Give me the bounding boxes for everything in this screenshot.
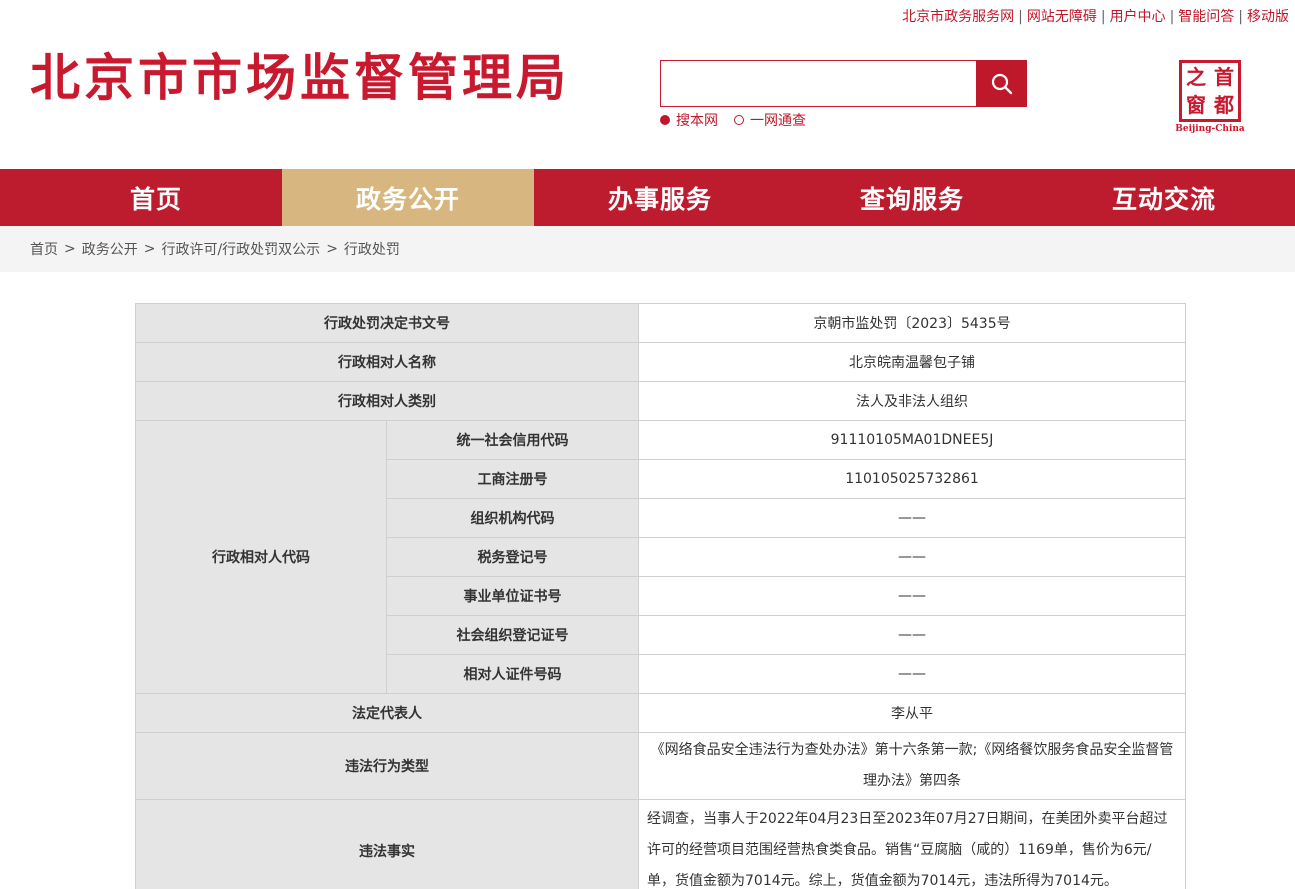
breadcrumb-separator: > <box>64 241 76 257</box>
nav-interaction[interactable]: 互动交流 <box>1038 169 1290 226</box>
link-gov-service[interactable]: 北京市政务服务网 <box>902 9 1014 25</box>
breadcrumb-penalty[interactable]: 行政处罚 <box>344 239 400 259</box>
violation-fact-value: 经调查，当事人于2022年04月23日至2023年07月27日期间，在美团外卖平… <box>638 799 1186 889</box>
breadcrumb-separator: > <box>326 241 338 257</box>
search-scope-site[interactable]: 搜本网 <box>660 110 718 130</box>
separator: | <box>1018 9 1023 25</box>
table-row: 行政相对人类别 法人及非法人组织 <box>135 381 1186 421</box>
link-mobile[interactable]: 移动版 <box>1247 9 1289 25</box>
code-value: —— <box>638 498 1186 538</box>
search-scope-all-label: 一网通查 <box>750 113 806 129</box>
table-row: 行政处罚决定书文号 京朝市监处罚〔2023〕5435号 <box>135 303 1186 343</box>
main-nav: 首页 政务公开 办事服务 查询服务 互动交流 <box>0 169 1295 226</box>
code-label: 工商注册号 <box>386 459 639 499</box>
separator: | <box>1238 9 1243 25</box>
table-row: 违法行为类型 《网络食品安全违法行为查处办法》第十六条第一款;《网络餐饮服务食品… <box>135 732 1186 800</box>
nav-query[interactable]: 查询服务 <box>786 169 1038 226</box>
code-value: —— <box>638 576 1186 616</box>
code-label: 税务登记号 <box>386 537 639 577</box>
code-label: 组织机构代码 <box>386 498 639 538</box>
search-input[interactable] <box>660 60 976 107</box>
code-label: 统一社会信用代码 <box>386 420 639 460</box>
code-value: 91110105MA01DNEE5J <box>638 420 1186 460</box>
search-box <box>660 60 1027 107</box>
table-row: 行政相对人代码 统一社会信用代码 91110105MA01DNEE5J <box>135 420 1186 694</box>
search-scope-site-label: 搜本网 <box>676 113 718 129</box>
violation-type-label: 违法行为类型 <box>135 732 639 800</box>
code-value: —— <box>638 537 1186 577</box>
search-icon <box>991 73 1012 94</box>
violation-fact-label: 违法事实 <box>135 799 639 889</box>
code-value: —— <box>638 654 1186 694</box>
top-links: 北京市政务服务网 | 网站无障碍 | 用户中心 | 智能问答 | 移动版 <box>902 6 1289 26</box>
doc-no-label: 行政处罚决定书文号 <box>135 303 639 343</box>
code-value: —— <box>638 615 1186 655</box>
table-row: 违法事实 经调查，当事人于2022年04月23日至2023年07月27日期间，在… <box>135 799 1186 889</box>
code-label: 相对人证件号码 <box>386 654 639 694</box>
radio-icon-unchecked[interactable] <box>734 115 744 125</box>
violation-type-value: 《网络食品安全违法行为查处办法》第十六条第一款;《网络餐饮服务食品安全监督管理办… <box>638 732 1186 800</box>
link-user-center[interactable]: 用户中心 <box>1110 9 1166 25</box>
separator: | <box>1169 9 1175 25</box>
legal-rep-value: 李从平 <box>638 693 1186 733</box>
search-scope-options: 搜本网 一网通查 <box>660 110 806 130</box>
breadcrumb-gov-affairs[interactable]: 政务公开 <box>82 239 138 259</box>
logo-char: 之 <box>1186 65 1206 89</box>
doc-no-value: 京朝市监处罚〔2023〕5435号 <box>638 303 1186 343</box>
search-button[interactable] <box>976 60 1027 107</box>
party-name-label: 行政相对人名称 <box>135 342 639 382</box>
penalty-info-table: 行政处罚决定书文号 京朝市监处罚〔2023〕5435号 行政相对人名称 北京皖南… <box>135 303 1186 889</box>
breadcrumb-separator: > <box>143 241 156 257</box>
logo-seal: 之 首 窗 都 <box>1179 60 1241 122</box>
nav-home[interactable]: 首页 <box>30 169 282 226</box>
logo-caption: Beijing-China <box>1175 124 1245 134</box>
table-row: 行政相对人名称 北京皖南温馨包子铺 <box>135 342 1186 382</box>
code-label: 事业单位证书号 <box>386 576 639 616</box>
breadcrumb: 首页 > 政务公开 > 行政许可/行政处罚双公示 > 行政处罚 <box>0 226 1295 272</box>
party-type-label: 行政相对人类别 <box>135 381 639 421</box>
link-smart-qa[interactable]: 智能问答 <box>1178 9 1234 25</box>
link-accessibility[interactable]: 网站无障碍 <box>1027 9 1097 25</box>
code-value: 110105025732861 <box>638 459 1186 499</box>
logo-char: 都 <box>1214 93 1234 117</box>
legal-rep-label: 法定代表人 <box>135 693 639 733</box>
breadcrumb-double-publicity[interactable]: 行政许可/行政处罚双公示 <box>161 239 320 259</box>
capital-window-logo[interactable]: 之 首 窗 都 Beijing-China <box>1175 60 1245 136</box>
nav-services[interactable]: 办事服务 <box>534 169 786 226</box>
code-group-label: 行政相对人代码 <box>135 420 387 694</box>
party-name-value: 北京皖南温馨包子铺 <box>638 342 1186 382</box>
logo-char: 窗 <box>1186 93 1206 117</box>
party-type-value: 法人及非法人组织 <box>638 381 1186 421</box>
radio-icon-checked[interactable] <box>660 115 670 125</box>
site-title: 北京市市场监督管理局 <box>30 49 570 107</box>
nav-gov-affairs[interactable]: 政务公开 <box>282 169 534 226</box>
table-row: 法定代表人 李从平 <box>135 693 1186 733</box>
separator: | <box>1100 9 1106 25</box>
search-scope-all[interactable]: 一网通查 <box>734 110 806 130</box>
logo-char: 首 <box>1214 65 1234 89</box>
code-label: 社会组织登记证号 <box>386 615 639 655</box>
breadcrumb-home[interactable]: 首页 <box>30 239 58 259</box>
